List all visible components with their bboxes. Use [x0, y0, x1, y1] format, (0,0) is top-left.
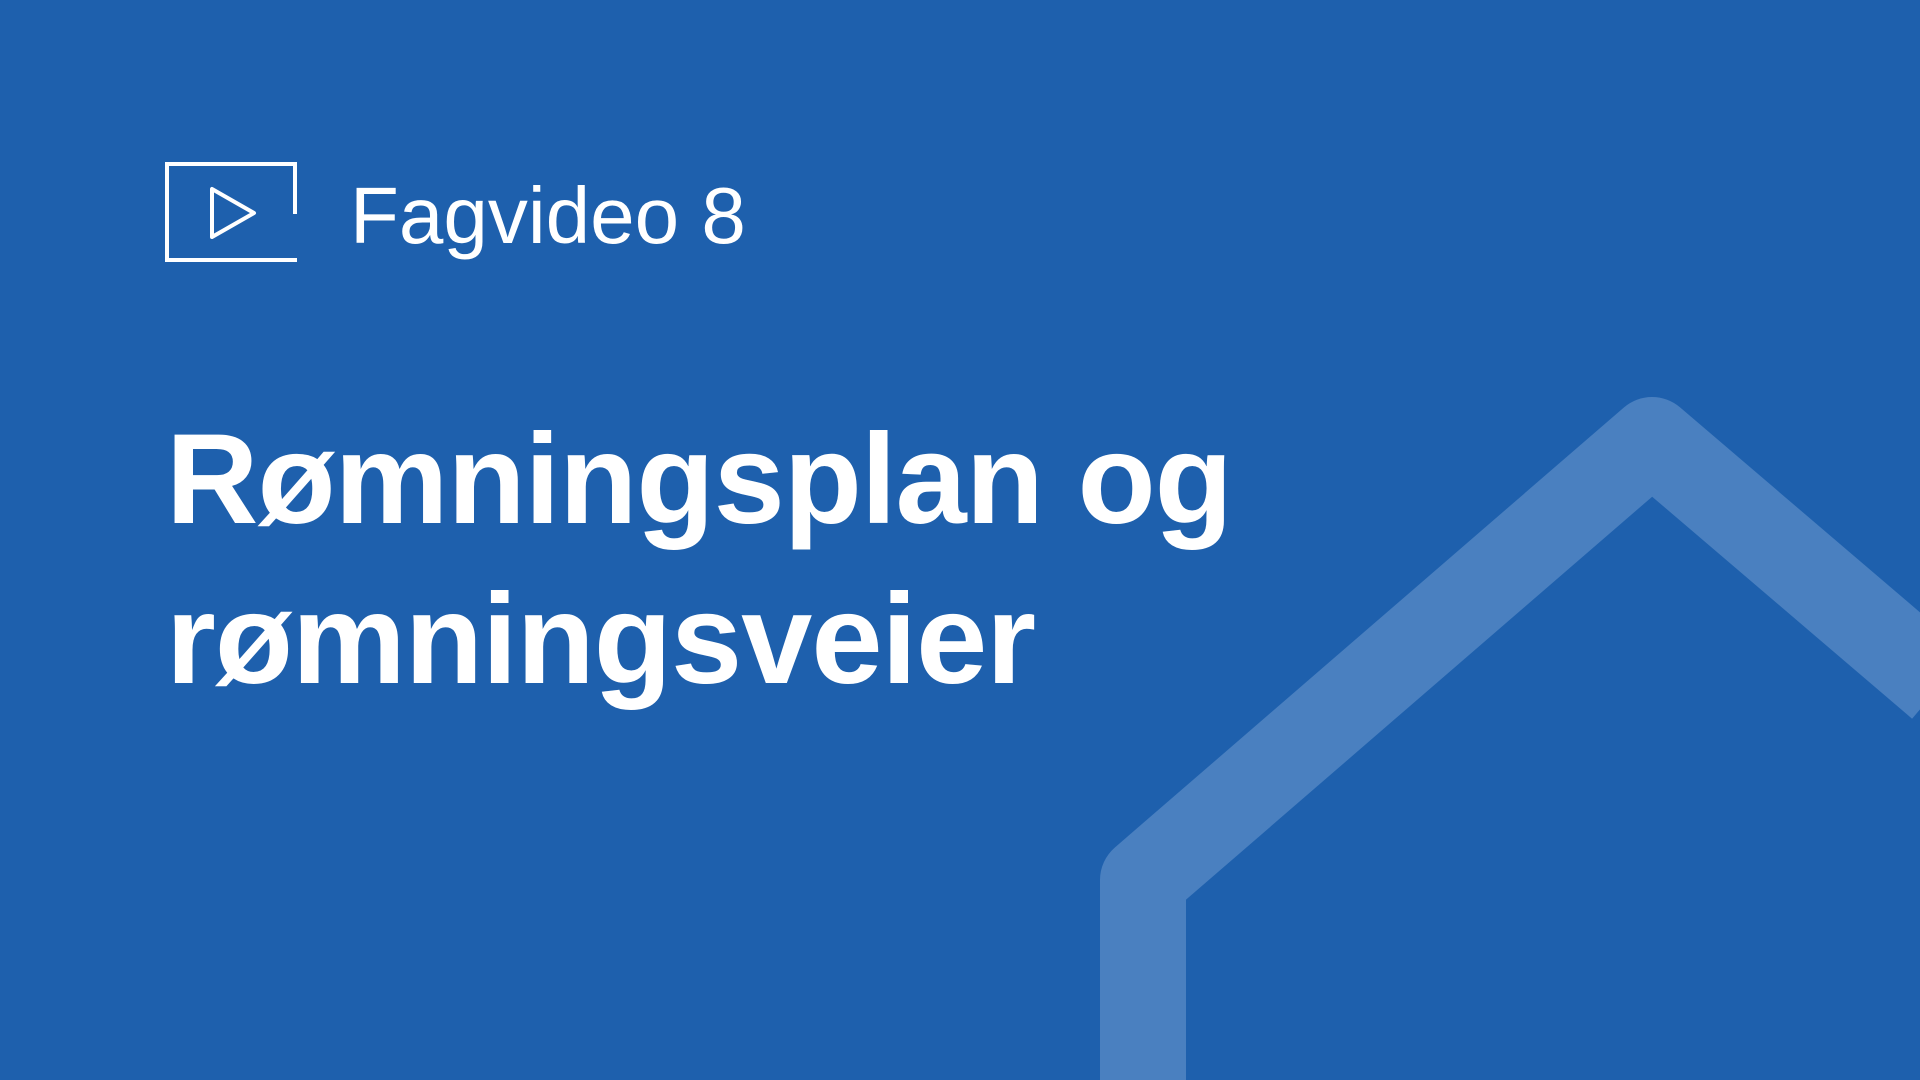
video-play-icon: [165, 162, 299, 264]
slide-title-line-2: rømningsveier: [166, 568, 1036, 711]
slide-title-line-1: Rømningsplan og: [166, 408, 1233, 551]
slide-title: Rømningsplan og rømningsveier: [166, 400, 1366, 720]
video-label: Fagvideo 8: [350, 171, 746, 260]
